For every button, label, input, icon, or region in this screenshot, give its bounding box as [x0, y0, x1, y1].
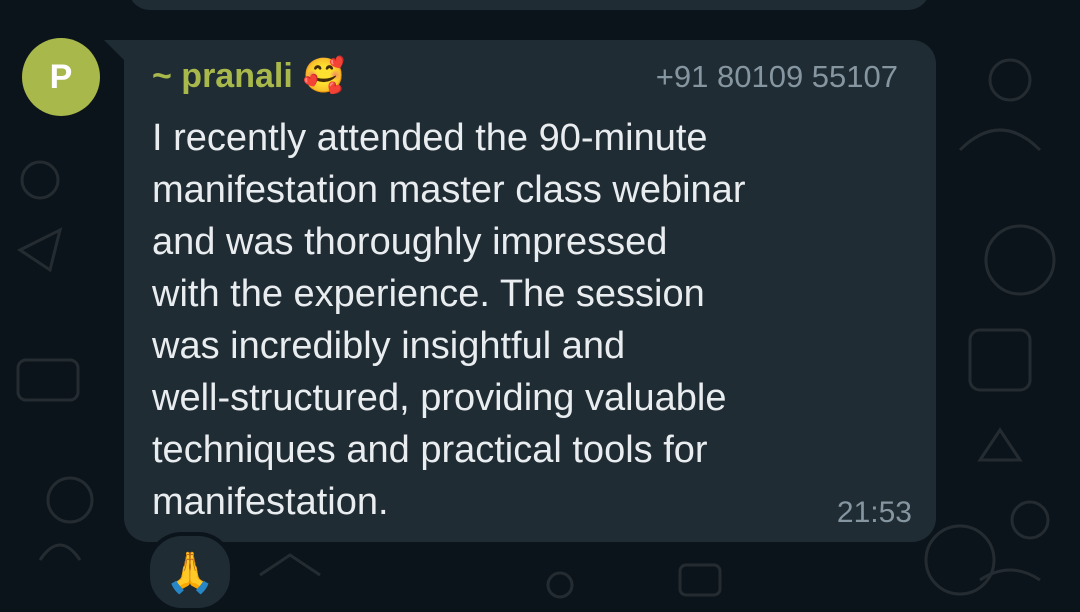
avatar[interactable]: P: [22, 38, 100, 116]
sender-name: ~ pranali: [152, 57, 293, 95]
sender-phone[interactable]: +91 80109 55107: [656, 61, 898, 92]
reaction-button[interactable]: 🙏: [146, 532, 234, 612]
message-header: ~ pranali 🥰 +91 80109 55107: [152, 54, 898, 98]
message-timestamp: 21:53: [836, 496, 912, 529]
bubble-tail: [104, 40, 126, 62]
folded-hands-icon: 🙏: [165, 550, 215, 595]
avatar-letter: P: [49, 57, 73, 96]
previous-message-bubble: [128, 0, 930, 10]
message-bubble[interactable]: ~ pranali 🥰 +91 80109 55107 I recently a…: [124, 40, 936, 542]
message-text: I recently attended the 90-minute manife…: [152, 117, 746, 523]
smiling-face-with-hearts-icon: 🥰: [302, 57, 346, 95]
sender[interactable]: ~ pranali 🥰: [152, 59, 345, 93]
